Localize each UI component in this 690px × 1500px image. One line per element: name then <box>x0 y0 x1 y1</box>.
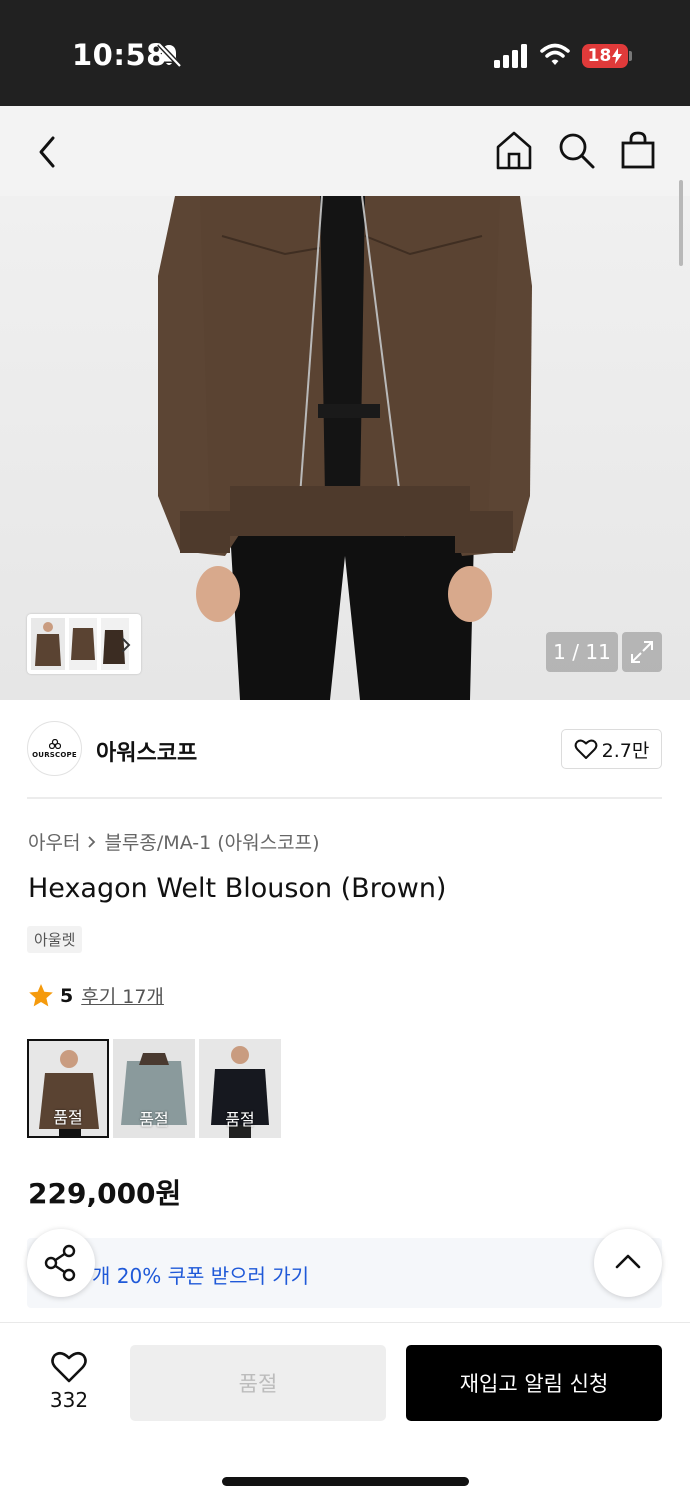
bolt-icon <box>612 48 623 64</box>
chevron-right-icon[interactable] <box>119 636 133 654</box>
expand-button[interactable] <box>622 632 662 672</box>
expand-icon <box>631 641 653 663</box>
breadcrumb: 아우터 블루종/MA-1 (아워스코프) <box>28 828 319 855</box>
search-icon[interactable] <box>556 130 596 170</box>
variant-soldout-label: 품절 <box>139 1110 169 1129</box>
variant-soldout-label: 품절 <box>53 1108 83 1127</box>
shopping-bag-icon[interactable] <box>618 130 658 170</box>
thumbnail-strip[interactable] <box>27 614 141 674</box>
image-counter: 1 / 11 <box>546 632 618 672</box>
top-nav <box>0 106 690 196</box>
variant-black[interactable]: 품절 <box>199 1039 281 1138</box>
wishlist-count: 332 <box>49 1388 89 1412</box>
brand-logo-mark <box>48 738 61 749</box>
brand-logo-text: OURSCOPE <box>32 750 77 759</box>
coupon-text[interactable]: 개 20% 쿠폰 받으러 가기 <box>92 1260 309 1289</box>
home-indicator[interactable] <box>222 1477 469 1486</box>
brand-like-button[interactable]: 2.7만 <box>561 729 662 769</box>
product-title: Hexagon Welt Blouson (Brown) <box>28 873 447 904</box>
heart-icon <box>574 739 598 759</box>
variant-grey[interactable]: 품절 <box>113 1039 195 1138</box>
divider <box>27 797 662 799</box>
status-time: 10:58 <box>72 38 167 72</box>
back-arrow-icon[interactable] <box>28 132 68 172</box>
review-link[interactable]: 후기 17개 <box>81 982 164 1009</box>
rating-row: 5 후기 17개 <box>28 982 164 1009</box>
variant-brown[interactable]: 품절 <box>27 1039 109 1138</box>
wifi-icon <box>540 43 570 65</box>
image-scrollbar[interactable] <box>679 180 683 266</box>
home-icon[interactable] <box>494 130 534 170</box>
battery-level: 18 <box>587 46 612 66</box>
status-bar: 10:58 18 <box>0 0 690 106</box>
cellular-signal-icon <box>494 44 527 68</box>
chevron-up-icon <box>615 1254 641 1269</box>
restock-alert-button[interactable]: 재입고 알림 신청 <box>406 1345 662 1421</box>
variant-soldout-label: 품절 <box>225 1110 255 1129</box>
price: 229,000원 <box>28 1177 182 1210</box>
battery-charging-icon: 18 <box>582 44 628 68</box>
share-button[interactable] <box>27 1229 95 1297</box>
bell-off-icon <box>157 42 182 68</box>
star-icon <box>29 984 53 1007</box>
breadcrumb-item-outer[interactable]: 아우터 <box>28 828 80 855</box>
outlet-tag: 아울렛 <box>27 926 83 953</box>
breadcrumb-item-blouson[interactable]: 블루종/MA-1 (아워스코프) <box>104 828 319 855</box>
brand-logo[interactable]: OURSCOPE <box>27 721 82 776</box>
brand-like-count: 2.7만 <box>601 739 650 762</box>
share-icon <box>44 1244 76 1282</box>
chevron-right-icon <box>88 835 96 848</box>
soldout-button[interactable]: 품절 <box>130 1345 386 1421</box>
scroll-top-button[interactable] <box>594 1229 662 1297</box>
rating-score: 5 <box>60 984 74 1007</box>
battery-cap <box>629 51 632 61</box>
wishlist-heart-icon[interactable] <box>50 1350 88 1384</box>
brand-name[interactable]: 아워스코프 <box>96 735 197 767</box>
